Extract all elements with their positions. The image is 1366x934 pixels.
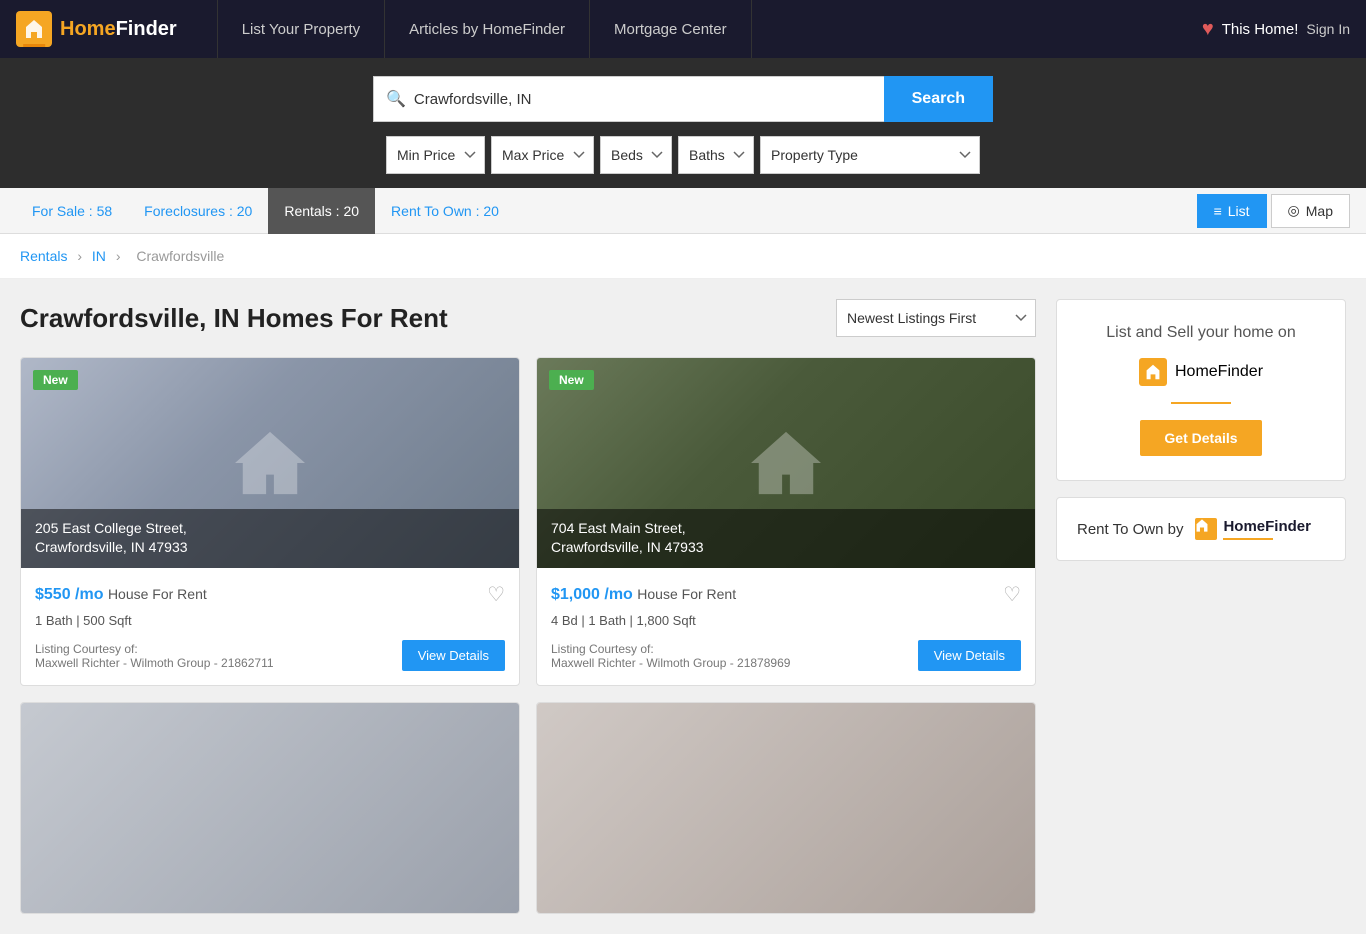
min-price-select[interactable]: Min Price: [386, 136, 485, 174]
rent-to-own-card: Rent To Own by HomeFinder: [1056, 497, 1346, 561]
view-buttons: ≡ List ◎ Map: [1197, 194, 1350, 228]
logo-text: HomeFinder: [60, 18, 177, 41]
sidebar: List and Sell your home on HomeFinder Ge…: [1056, 299, 1346, 914]
view-details-button[interactable]: View Details: [918, 640, 1021, 671]
property-type-select[interactable]: Property Type: [760, 136, 980, 174]
this-home-label[interactable]: This Home!: [1222, 21, 1299, 38]
rto-label: Rent To Own by: [1077, 521, 1183, 538]
card-price-row: $1,000 /mo House For Rent ♡: [551, 582, 1021, 607]
tabs-section: For Sale : 58 Foreclosures : 20 Rentals …: [0, 188, 1366, 234]
page-title: Crawfordsville, IN Homes For Rent: [20, 303, 448, 334]
card-body: $1,000 /mo House For Rent ♡ 4 Bd | 1 Bat…: [537, 568, 1035, 685]
view-details-button[interactable]: View Details: [402, 640, 505, 671]
card-address: 704 East Main Street, Crawfordsville, IN…: [537, 509, 1035, 568]
sidebar-logo: HomeFinder: [1081, 358, 1321, 386]
courtesy-info: Listing Courtesy of: Maxwell Richter - W…: [35, 642, 274, 670]
listing-card-placeholder: [20, 702, 520, 914]
tab-foreclosures[interactable]: Foreclosures : 20: [128, 188, 268, 234]
card-footer: Listing Courtesy of: Maxwell Richter - W…: [551, 640, 1021, 671]
breadcrumb-city: Crawfordsville: [136, 248, 224, 264]
nav-mortgage[interactable]: Mortgage Center: [590, 0, 752, 58]
card-specs: 4 Bd | 1 Bath | 1,800 Sqft: [551, 613, 1021, 628]
tab-rent-to-own[interactable]: Rent To Own : 20: [375, 188, 515, 234]
card-image-wrapper: New 704 East Main Street, Crawfordsville…: [537, 358, 1035, 568]
max-price-select[interactable]: Max Price: [491, 136, 594, 174]
sidebar-logo-text: HomeFinder: [1175, 363, 1263, 381]
new-badge: New: [33, 370, 78, 390]
sort-select[interactable]: Newest Listings First Price: Low to High…: [836, 299, 1036, 337]
logo[interactable]: HomeFinder: [16, 11, 177, 47]
card-price: $1,000 /mo House For Rent: [551, 586, 736, 604]
main-nav: List Your Property Articles by HomeFinde…: [217, 0, 1202, 58]
card-price: $550 /mo House For Rent: [35, 586, 207, 604]
search-button[interactable]: Search: [884, 76, 993, 122]
search-section: 🔍 Search Min Price Max Price Beds Baths …: [0, 58, 1366, 188]
rto-logo-icon: [1195, 518, 1217, 540]
rto-logo-text-wrapper: HomeFinder: [1223, 518, 1311, 540]
heart-icon: ♥: [1202, 18, 1214, 41]
rto-logo-underline: [1223, 538, 1273, 540]
logo-icon: [16, 11, 52, 47]
sign-in-link[interactable]: Sign In: [1306, 21, 1350, 37]
baths-select[interactable]: Baths: [678, 136, 754, 174]
listing-card: New 205 East College Street, Crawfordsvi…: [20, 357, 520, 686]
listings-grid: New 205 East College Street, Crawfordsvi…: [20, 357, 1036, 914]
card-image-placeholder: [537, 703, 1035, 913]
card-price-row: $550 /mo House For Rent ♡: [35, 582, 505, 607]
breadcrumb-in[interactable]: IN: [92, 248, 106, 264]
card-footer: Listing Courtesy of: Maxwell Richter - W…: [35, 640, 505, 671]
nav-articles[interactable]: Articles by HomeFinder: [385, 0, 590, 58]
card-address: 205 East College Street, Crawfordsville,…: [21, 509, 519, 568]
page-title-row: Crawfordsville, IN Homes For Rent Newest…: [20, 299, 1036, 337]
map-view-button[interactable]: ◎ Map: [1271, 194, 1350, 228]
listing-card-placeholder: [536, 702, 1036, 914]
breadcrumb: Rentals › IN › Crawfordsville: [0, 234, 1366, 279]
favorite-button[interactable]: ♡: [1003, 582, 1021, 607]
listings-area: Crawfordsville, IN Homes For Rent Newest…: [20, 299, 1036, 914]
beds-select[interactable]: Beds: [600, 136, 672, 174]
sidebar-logo-underline: [1171, 402, 1231, 404]
sidebar-logo-icon: [1139, 358, 1167, 386]
nav-list-property[interactable]: List Your Property: [217, 0, 385, 58]
tab-rentals[interactable]: Rentals : 20: [268, 188, 375, 234]
favorite-button[interactable]: ♡: [487, 582, 505, 607]
card-body: $550 /mo House For Rent ♡ 1 Bath | 500 S…: [21, 568, 519, 685]
header: HomeFinder List Your Property Articles b…: [0, 0, 1366, 58]
placeholder-img: [537, 703, 1035, 913]
card-image-placeholder: [21, 703, 519, 913]
rto-logo: HomeFinder: [1195, 518, 1311, 540]
main-content: Crawfordsville, IN Homes For Rent Newest…: [0, 279, 1366, 934]
tab-for-sale[interactable]: For Sale : 58: [16, 188, 128, 234]
breadcrumb-sep1: ›: [77, 248, 86, 264]
get-details-button[interactable]: Get Details: [1140, 420, 1261, 456]
promo-card: List and Sell your home on HomeFinder Ge…: [1056, 299, 1346, 481]
search-input-wrapper: 🔍: [373, 76, 884, 122]
breadcrumb-sep2: ›: [116, 248, 125, 264]
breadcrumb-rentals[interactable]: Rentals: [20, 248, 67, 264]
new-badge: New: [549, 370, 594, 390]
placeholder-img: [21, 703, 519, 913]
card-image-wrapper: New 205 East College Street, Crawfordsvi…: [21, 358, 519, 568]
courtesy-info: Listing Courtesy of: Maxwell Richter - W…: [551, 642, 790, 670]
listing-card: New 704 East Main Street, Crawfordsville…: [536, 357, 1036, 686]
list-view-button[interactable]: ≡ List: [1197, 194, 1267, 228]
promo-title: List and Sell your home on: [1081, 324, 1321, 342]
search-row: 🔍 Search: [373, 76, 993, 122]
search-input[interactable]: [414, 91, 872, 108]
filter-row: Min Price Max Price Beds Baths Property …: [386, 136, 980, 188]
search-icon: 🔍: [386, 89, 406, 109]
card-specs: 1 Bath | 500 Sqft: [35, 613, 505, 628]
header-right: ♥ This Home! Sign In: [1202, 18, 1350, 41]
